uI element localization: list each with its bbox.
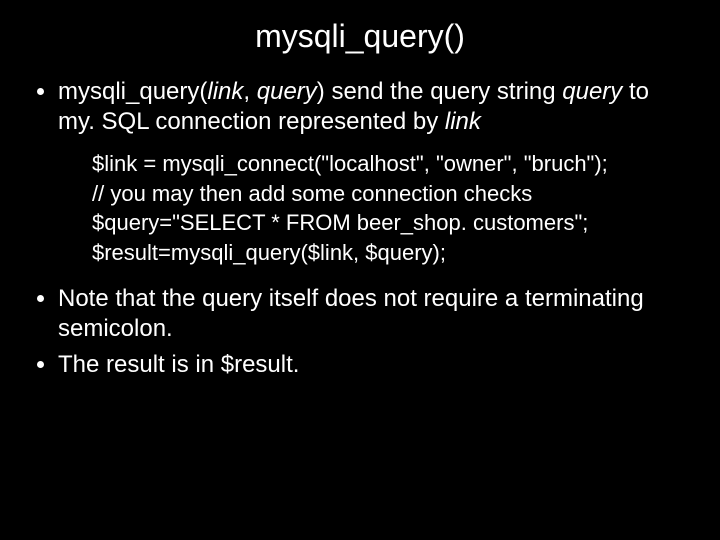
slide-title: mysqli_query() [30, 18, 690, 55]
param-query-ref: query [562, 78, 622, 105]
bullet-item-3: The result is in $result. [58, 350, 690, 380]
text-fragment: ) send the query string [317, 78, 562, 105]
code-block: $link = mysqli_connect("localhost", "own… [92, 149, 690, 268]
code-line-4: $result=mysqli_query($link, $query); [92, 238, 690, 268]
code-line-3: $query="SELECT * FROM beer_shop. custome… [92, 208, 690, 238]
bullet-item-1: mysqli_query(link, query) send the query… [58, 77, 690, 268]
param-query: query [257, 78, 317, 105]
text-fragment: mysqli_query( [58, 78, 207, 105]
code-line-2: // you may then add some connection chec… [92, 179, 690, 209]
code-line-1: $link = mysqli_connect("localhost", "own… [92, 149, 690, 179]
param-link-ref: link [445, 108, 481, 135]
text-fragment: , [243, 78, 256, 105]
bullet-list: mysqli_query(link, query) send the query… [30, 77, 690, 380]
slide: mysqli_query() mysqli_query(link, query)… [0, 0, 720, 540]
bullet-item-2: Note that the query itself does not requ… [58, 284, 690, 344]
param-link: link [207, 78, 243, 105]
